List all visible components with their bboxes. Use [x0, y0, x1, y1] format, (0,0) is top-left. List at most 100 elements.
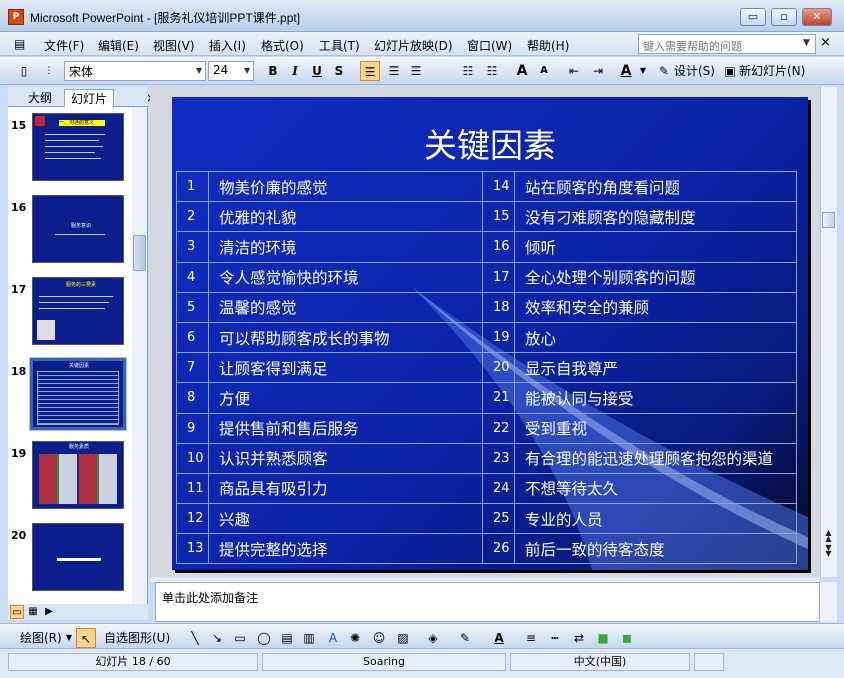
arrow-style-icon[interactable]: ⇄ — [570, 628, 588, 648]
slide-thumbnail[interactable]: 服务的三要素 — [32, 277, 124, 345]
chevron-down-icon[interactable]: ▼ — [196, 66, 202, 75]
item-number[interactable]: 10 — [176, 442, 209, 474]
rectangle-icon[interactable]: ▭ — [230, 628, 250, 648]
item-number[interactable]: 17 — [482, 261, 515, 293]
next-slide-icon[interactable]: ▼ ▼ — [821, 544, 836, 558]
tab-slides[interactable]: 幻灯片 — [64, 89, 115, 107]
select-pointer-icon[interactable]: ↖ — [76, 628, 96, 648]
item-text[interactable]: 有合理的能迅速处理顾客抱怨的渠道 — [514, 442, 797, 474]
line-style-icon[interactable]: ≡ — [522, 628, 540, 648]
picture-icon[interactable]: ▨ — [394, 628, 412, 648]
document-menu-icon[interactable]: ▤ — [14, 37, 25, 51]
oval-icon[interactable]: ◯ — [254, 628, 274, 648]
arrow-icon[interactable]: ↘ — [208, 628, 226, 648]
font-color-icon[interactable]: A — [490, 628, 508, 648]
thumbnail-scrollbar[interactable] — [132, 107, 147, 604]
bullet-list-icon[interactable]: ☷ — [482, 61, 502, 81]
item-number[interactable]: 5 — [176, 291, 209, 323]
item-text[interactable]: 没有刁难顾客的隐藏制度 — [514, 201, 797, 233]
underline-button[interactable]: U — [308, 61, 326, 81]
item-text[interactable]: 受到重视 — [514, 412, 797, 444]
item-text[interactable]: 让顾客得到满足 — [208, 352, 483, 384]
fill-color-icon[interactable]: ◈ — [424, 628, 442, 648]
item-text[interactable]: 显示自我尊严 — [514, 352, 797, 384]
restore-button[interactable]: ▫ — [771, 8, 797, 26]
thumbnail-scroll-thumb[interactable] — [133, 235, 146, 271]
align-center-icon[interactable]: ☰ — [384, 61, 404, 81]
tab-outline[interactable]: 大纲 — [22, 89, 58, 107]
menu-slideshow[interactable]: 幻灯片放映(D) — [374, 37, 453, 54]
slide-thumbnail[interactable]: 服务素质 — [32, 441, 124, 509]
menu-help[interactable]: 帮助(H) — [527, 37, 569, 54]
item-text[interactable]: 可以帮助顾客成长的事物 — [208, 321, 483, 354]
item-text[interactable]: 清洁的环境 — [208, 231, 483, 263]
bold-button[interactable]: B — [264, 61, 282, 81]
align-left-icon[interactable]: ☰ — [360, 61, 380, 81]
item-text[interactable]: 倾听 — [514, 231, 797, 263]
new-document-icon[interactable]: ▯ — [14, 61, 34, 81]
menu-edit[interactable]: 编辑(E) — [98, 37, 139, 54]
item-number[interactable]: 20 — [482, 352, 515, 384]
slide-thumbnail[interactable]: 服务意识 — [32, 195, 124, 263]
item-text[interactable]: 兴趣 — [208, 503, 483, 535]
item-number[interactable]: 26 — [482, 533, 515, 565]
item-text[interactable]: 效率和安全的兼顾 — [514, 291, 797, 323]
menu-insert[interactable]: 插入(I) — [209, 37, 246, 54]
shadow-button[interactable]: S — [330, 61, 348, 81]
menu-window[interactable]: 窗口(W) — [467, 37, 512, 54]
minimize-button[interactable]: ▭ — [740, 8, 766, 26]
item-text[interactable]: 专业的人员 — [514, 503, 797, 535]
new-slide-button[interactable]: 新幻灯片(N) — [739, 61, 811, 81]
item-number[interactable]: 1 — [176, 170, 209, 203]
item-number[interactable]: 2 — [176, 201, 209, 233]
item-number[interactable]: 18 — [482, 291, 515, 323]
clipart-icon[interactable]: ☺ — [370, 628, 388, 648]
item-number[interactable]: 11 — [176, 472, 209, 505]
item-number[interactable]: 7 — [176, 352, 209, 384]
item-text[interactable]: 全心处理个别顾客的问题 — [514, 261, 797, 293]
decrease-indent-icon[interactable]: ⇤ — [564, 61, 584, 81]
item-number[interactable]: 3 — [176, 231, 209, 263]
item-number[interactable]: 6 — [176, 321, 209, 354]
item-number[interactable]: 13 — [176, 533, 209, 565]
previous-slide-icon[interactable]: ▲ ▲ — [821, 529, 836, 543]
close-document-button[interactable]: × — [820, 35, 831, 50]
item-text[interactable]: 方便 — [208, 382, 483, 414]
item-text[interactable]: 温馨的感觉 — [208, 291, 483, 323]
3d-style-icon[interactable]: ◼ — [618, 628, 636, 648]
help-search-input[interactable]: 键入需要帮助的问题 — [638, 34, 816, 54]
shadow-style-icon[interactable]: ■ — [594, 628, 612, 648]
dash-style-icon[interactable]: ┅ — [546, 628, 564, 648]
editor-scroll-thumb[interactable] — [822, 212, 835, 228]
menu-tools[interactable]: 工具(T) — [319, 37, 360, 54]
item-number[interactable]: 12 — [176, 503, 209, 535]
line-icon[interactable]: ╲ — [186, 628, 204, 648]
item-number[interactable]: 23 — [482, 442, 515, 474]
design-button[interactable]: 设计(S) — [674, 61, 718, 81]
editor-scrollbar[interactable] — [820, 87, 837, 577]
item-text[interactable]: 不想等待太久 — [514, 472, 797, 505]
chevron-down-icon[interactable]: ▼ — [638, 61, 648, 81]
item-text[interactable]: 前后一致的待客态度 — [514, 533, 797, 565]
shrink-font-button[interactable]: A — [534, 61, 554, 81]
menu-format[interactable]: 格式(O) — [261, 37, 304, 54]
item-text[interactable]: 商品具有吸引力 — [208, 472, 483, 505]
item-number[interactable]: 14 — [482, 170, 515, 203]
item-text[interactable]: 优雅的礼貌 — [208, 201, 483, 233]
item-number[interactable]: 21 — [482, 382, 515, 414]
item-number[interactable]: 15 — [482, 201, 515, 233]
numbered-list-icon[interactable]: ☷ — [458, 61, 478, 81]
vertical-textbox-icon[interactable]: ▥ — [300, 628, 318, 648]
textbox-icon[interactable]: ▤ — [278, 628, 296, 648]
slide-title[interactable]: 关键因素 — [172, 119, 808, 167]
font-color-button[interactable]: A — [616, 61, 636, 81]
toolbar-options-icon[interactable]: ⋮ — [42, 61, 56, 81]
item-number[interactable]: 8 — [176, 382, 209, 414]
slide-canvas[interactable]: 关键因素 1 物美价廉的感觉 14 站在顾客的角度看问题 2 优雅的礼貌 15 没有刁难顾客的… — [172, 97, 808, 570]
slide-thumbnail[interactable] — [32, 523, 124, 591]
item-text[interactable]: 令人感觉愉快的环境 — [208, 261, 483, 293]
notes-scrollbar[interactable] — [820, 582, 837, 622]
normal-view-icon[interactable]: ▭ — [10, 605, 24, 619]
chevron-down-icon[interactable]: ▼ — [803, 38, 810, 48]
item-number[interactable]: 24 — [482, 472, 515, 505]
